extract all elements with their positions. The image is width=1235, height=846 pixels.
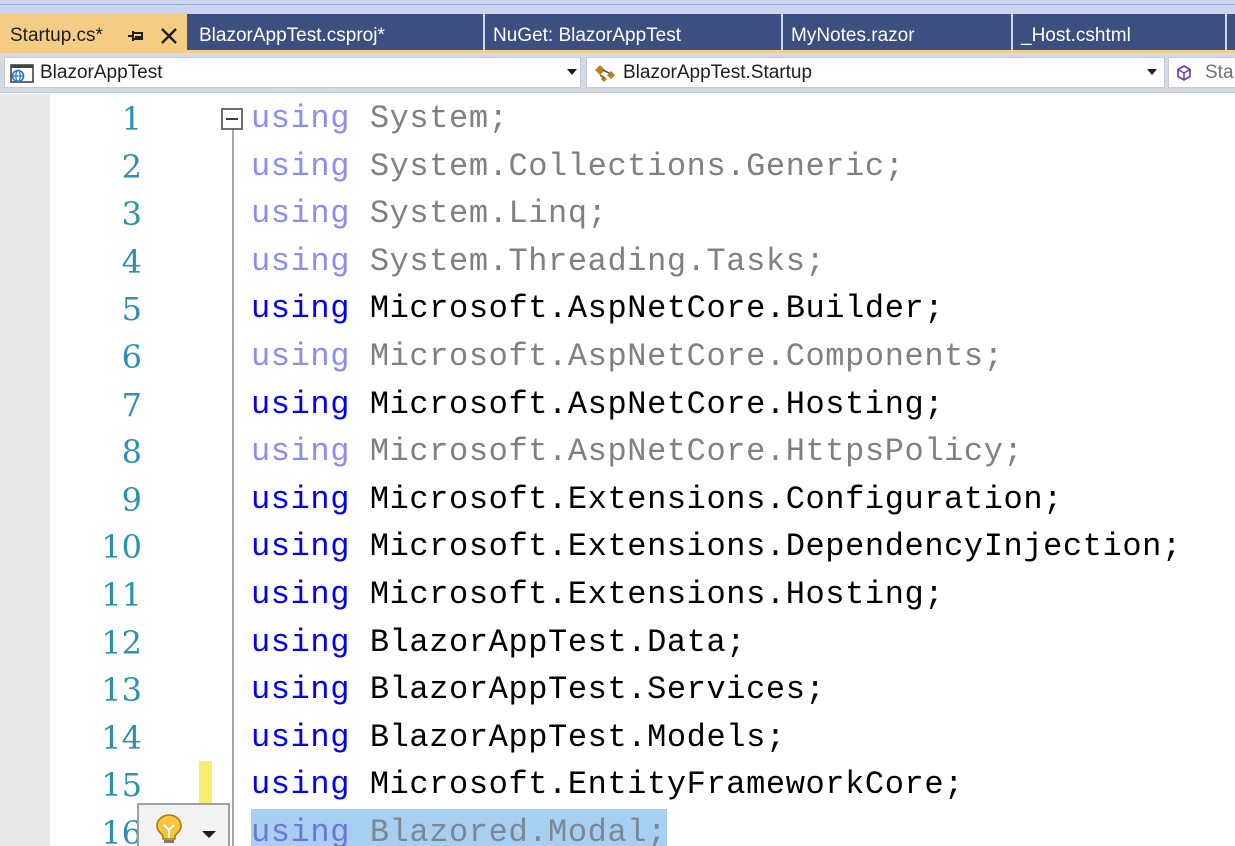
- keyword-using: using: [251, 671, 351, 708]
- namespace-name: Microsoft.AspNetCore.Builder;: [369, 290, 945, 327]
- quick-actions-button[interactable]: [137, 803, 230, 846]
- code-line[interactable]: using Microsoft.Extensions.Configuration…: [251, 476, 1063, 524]
- keyword-using: using: [251, 766, 351, 803]
- namespace-name: BlazorAppTest.Models;: [369, 719, 786, 756]
- tab-nuget-blazorapptest[interactable]: NuGet: BlazorAppTest: [485, 14, 783, 50]
- namespace-name: Blazored.Modal;: [369, 814, 667, 846]
- line-number: 1: [121, 100, 142, 138]
- pin-icon[interactable]: [127, 29, 145, 43]
- collapse-region-toggle[interactable]: [221, 108, 243, 130]
- line-number: 3: [121, 195, 142, 233]
- namespace-name: System;: [369, 100, 509, 137]
- glyph-margin: [0, 94, 50, 846]
- tab-mynotes-razor[interactable]: MyNotes.razor: [783, 14, 1013, 50]
- namespace-name: System.Threading.Tasks;: [369, 243, 826, 280]
- code-line[interactable]: using BlazorAppTest.Models;: [251, 714, 786, 762]
- keyword-using: using: [251, 481, 351, 518]
- member-icon: [1177, 65, 1191, 81]
- keyword-using: using: [251, 100, 351, 137]
- namespace-name: Microsoft.AspNetCore.Components;: [369, 338, 1004, 375]
- project-name: BlazorAppTest: [40, 62, 163, 83]
- line-number: 10: [101, 528, 142, 566]
- code-line[interactable]: using Microsoft.AspNetCore.HttpsPolicy;: [251, 428, 1023, 476]
- close-icon[interactable]: [160, 27, 178, 45]
- line-number: 15: [101, 766, 142, 804]
- tab-startup-cs[interactable]: Startup.cs*: [0, 14, 187, 50]
- line-number: 14: [101, 719, 142, 757]
- keyword-using: using: [251, 528, 351, 565]
- code-line[interactable]: using Microsoft.AspNetCore.Hosting;: [251, 381, 944, 429]
- code-line[interactable]: using BlazorAppTest.Services;: [251, 666, 825, 714]
- line-number: 11: [101, 576, 142, 614]
- keyword-using: using: [251, 290, 351, 327]
- namespace-name: Microsoft.AspNetCore.HttpsPolicy;: [369, 433, 1024, 470]
- unsaved-change-marker: [199, 761, 212, 805]
- tab-label: BlazorAppTest.csproj*: [199, 25, 385, 46]
- line-number: 13: [101, 671, 142, 709]
- line-number: 16: [101, 814, 142, 846]
- keyword-using: using: [251, 195, 351, 232]
- tab-host-cshtml[interactable]: _Host.cshtml: [1013, 14, 1227, 50]
- project-dropdown[interactable]: BlazorAppTest: [4, 57, 581, 88]
- line-number: 8: [121, 433, 142, 471]
- member-dropdown[interactable]: Sta: [1168, 57, 1235, 88]
- namespace-name: System.Linq;: [369, 195, 608, 232]
- tab-label: NuGet: BlazorAppTest: [493, 25, 681, 46]
- top-hairline: [0, 4, 1235, 5]
- line-number: 7: [121, 386, 142, 424]
- keyword-using: using: [251, 814, 351, 846]
- line-number: 6: [121, 338, 142, 376]
- chevron-down-icon: [567, 69, 577, 75]
- chevron-down-icon: [202, 831, 216, 838]
- namespace-name: Microsoft.Extensions.DependencyInjection…: [369, 528, 1182, 565]
- namespace-name: Microsoft.AspNetCore.Hosting;: [369, 386, 945, 423]
- keyword-using: using: [251, 148, 351, 185]
- tab-blazorapptest-csproj[interactable]: BlazorAppTest.csproj*: [191, 14, 485, 50]
- navigation-bar: BlazorAppTest BlazorAppTest.Startup Sta: [0, 53, 1235, 93]
- keyword-using: using: [251, 433, 351, 470]
- code-line[interactable]: using Microsoft.AspNetCore.Builder;: [251, 285, 944, 333]
- keyword-using: using: [251, 386, 351, 423]
- class-icon: [595, 65, 615, 82]
- code-line[interactable]: using System.Linq;: [251, 190, 607, 238]
- line-number: 12: [101, 624, 142, 662]
- outlining-guide: [232, 128, 234, 846]
- code-line[interactable]: using System;: [251, 95, 508, 143]
- lightbulb-icon: [156, 814, 182, 843]
- code-line[interactable]: using System.Threading.Tasks;: [251, 238, 825, 286]
- window-top-strip: [0, 0, 1235, 14]
- csharp-project-icon: [10, 64, 34, 83]
- document-tab-bar: Startup.cs* BlazorAppTest.csproj* NuGet:…: [0, 14, 1235, 50]
- type-dropdown[interactable]: BlazorAppTest.Startup: [586, 57, 1165, 88]
- namespace-name: Microsoft.EntityFrameworkCore;: [369, 766, 964, 803]
- keyword-using: using: [251, 719, 351, 756]
- code-line[interactable]: using System.Collections.Generic;: [251, 143, 905, 191]
- line-number: 9: [121, 481, 142, 519]
- tab-label: Startup.cs*: [10, 25, 103, 46]
- code-line[interactable]: using Blazored.Modal;: [251, 809, 667, 846]
- keyword-using: using: [251, 243, 351, 280]
- chevron-down-icon: [1147, 69, 1157, 75]
- namespace-name: Microsoft.Extensions.Hosting;: [369, 576, 945, 613]
- line-number: 2: [121, 148, 142, 186]
- keyword-using: using: [251, 338, 351, 375]
- keyword-using: using: [251, 576, 351, 613]
- code-line[interactable]: using Microsoft.AspNetCore.Components;: [251, 333, 1004, 381]
- tab-label: MyNotes.razor: [791, 25, 915, 46]
- line-number: 5: [121, 290, 142, 328]
- type-name: BlazorAppTest.Startup: [623, 62, 813, 83]
- namespace-name: System.Collections.Generic;: [369, 148, 905, 185]
- code-line[interactable]: using Microsoft.Extensions.Hosting;: [251, 571, 944, 619]
- code-line[interactable]: using BlazorAppTest.Data;: [251, 619, 746, 667]
- code-line[interactable]: using Microsoft.EntityFrameworkCore;: [251, 761, 964, 809]
- namespace-name: BlazorAppTest.Services;: [369, 671, 826, 708]
- namespace-name: BlazorAppTest.Data;: [369, 624, 747, 661]
- keyword-using: using: [251, 624, 351, 661]
- code-line[interactable]: using Microsoft.Extensions.DependencyInj…: [251, 523, 1182, 571]
- tab-label: _Host.cshtml: [1021, 25, 1131, 46]
- code-editor[interactable]: 1 using System; 2 using System.Collections.…: [0, 94, 1235, 846]
- namespace-name: Microsoft.Extensions.Configuration;: [369, 481, 1063, 518]
- line-number: 4: [121, 243, 142, 281]
- member-name: Sta: [1205, 62, 1234, 83]
